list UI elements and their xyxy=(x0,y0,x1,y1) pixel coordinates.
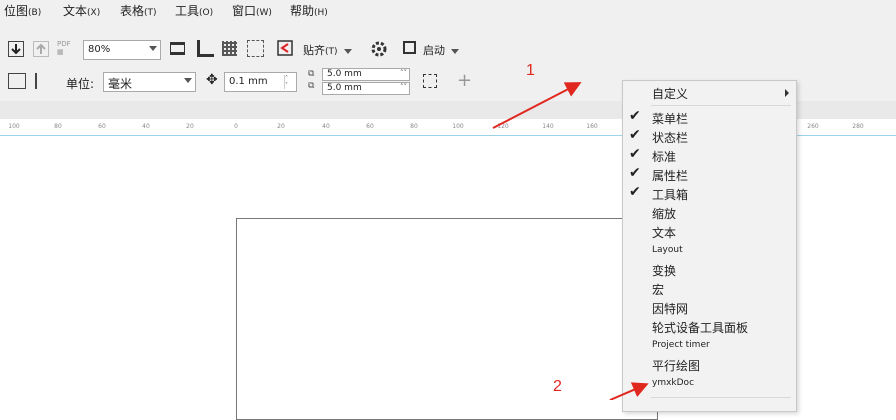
annotation-number-1: 1 xyxy=(526,62,535,79)
annotation-arrows xyxy=(492,82,649,400)
annotation-number-2: 2 xyxy=(553,378,562,395)
annotation-arrow-2 xyxy=(609,382,649,400)
annotation-arrow-1 xyxy=(492,82,582,129)
